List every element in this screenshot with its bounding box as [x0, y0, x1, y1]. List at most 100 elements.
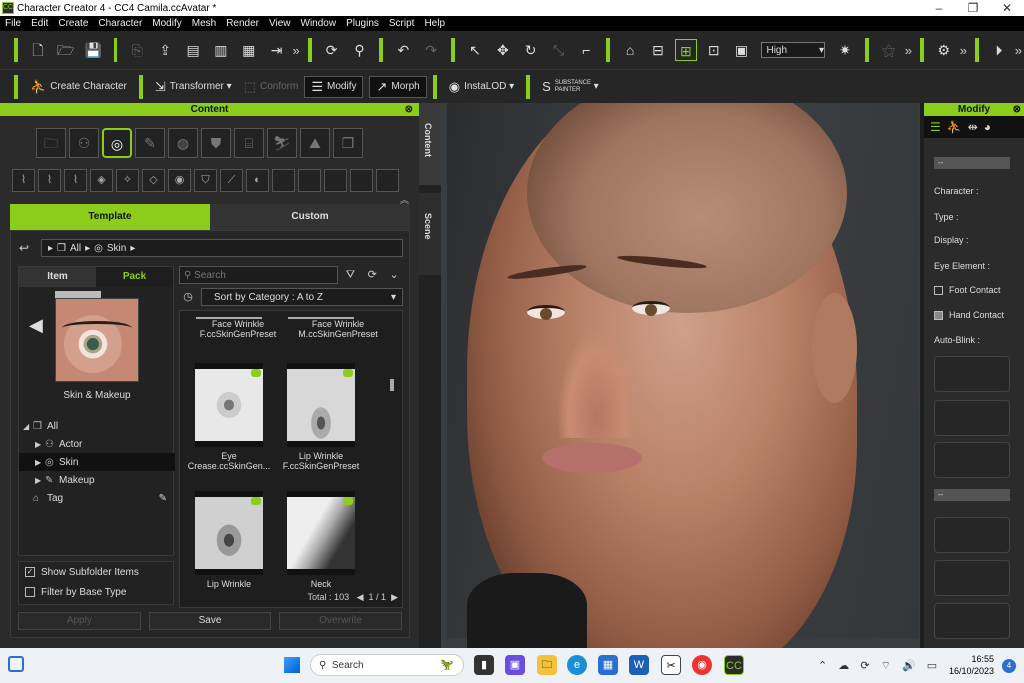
close-icon[interactable]: ⊗ [405, 103, 413, 116]
teams-icon[interactable]: ▣ [505, 655, 525, 675]
previous-page-icon[interactable]: ◀ [352, 592, 366, 602]
menu-window[interactable]: Window [296, 18, 342, 29]
breadcrumb-skin[interactable]: Skin [107, 243, 126, 254]
menu-edit[interactable]: Edit [26, 18, 53, 29]
substance-painter-button[interactable]: S SUBSTANCE PAINTER ▾ [536, 76, 604, 98]
tab-custom[interactable]: Custom [210, 204, 410, 230]
diamond-sub-icon[interactable]: ◈ [90, 169, 113, 192]
apply-button[interactable]: Apply [18, 612, 141, 630]
transformer-button[interactable]: ⇲ Transformer ▾ [149, 76, 238, 98]
tree-item-tag[interactable]: ⌂ Tag ✎ [19, 489, 175, 507]
expand-arrow-icon[interactable]: ▶ [35, 476, 45, 485]
edge-icon[interactable]: e [567, 655, 587, 675]
save-icon[interactable]: 💾 [83, 39, 105, 61]
widgets-icon[interactable] [8, 656, 24, 672]
chrome-icon[interactable]: ◉ [692, 655, 712, 675]
morph-sub-icon[interactable]: ⌇ [12, 169, 35, 192]
tab-template[interactable]: Template [10, 204, 210, 230]
menu-create[interactable]: Create [53, 18, 93, 29]
redo-icon[interactable]: ↷ [420, 39, 442, 61]
motion-category-icon[interactable]: ⛷ [267, 128, 297, 158]
brush-sub-icon[interactable]: ⟋ [220, 169, 243, 192]
morph-button[interactable]: ↗ Morph [369, 75, 427, 98]
tree-item-skin[interactable]: ▶ ◎ Skin [19, 453, 175, 471]
import-icon[interactable]: ⎘ [126, 39, 148, 61]
side-tab-scene[interactable]: Scene [419, 193, 441, 275]
home-icon[interactable]: ⌂ [619, 39, 641, 61]
scale-icon[interactable]: ⤡ [548, 39, 570, 61]
3d-viewport[interactable] [441, 103, 920, 648]
edit-icon[interactable]: ✎ [159, 493, 167, 504]
scrollbar-thumb[interactable] [390, 379, 394, 391]
play-icon[interactable]: ⏵ [988, 39, 1010, 61]
property-box[interactable] [934, 356, 1010, 392]
dinosaur-app-icon[interactable]: 🦖 [437, 655, 457, 675]
focus-icon[interactable]: ⊡ [703, 39, 725, 61]
fit-view-icon[interactable]: ⊞ [674, 39, 697, 61]
filter-icon[interactable]: ⛛ [342, 266, 360, 284]
actor-category-icon[interactable]: ⚇ [69, 128, 99, 158]
new-file-icon[interactable]: 🗋 [27, 39, 49, 61]
word-icon[interactable]: W [629, 655, 649, 675]
obj-export-icon[interactable]: ▤ [182, 39, 204, 61]
breadcrumb-all[interactable]: All [70, 243, 81, 254]
globe-sub-icon[interactable]: ◐ [246, 169, 269, 192]
checkbox-icon[interactable] [934, 285, 943, 295]
accessory-category-icon[interactable]: ⌸ [234, 128, 264, 158]
tree-item-all[interactable]: ◢ ❐ All [19, 417, 175, 435]
snipping-icon[interactable]: ✂ [661, 655, 681, 675]
grid-item-caption[interactable]: Face Wrinkle M.ccSkinGenPreset [288, 319, 388, 339]
overwrite-button[interactable]: Overwrite [279, 612, 403, 630]
undo-icon[interactable]: ↶ [392, 39, 414, 61]
quality-select[interactable]: High ▾ [761, 42, 826, 58]
refresh-icon[interactable]: ⟳ [363, 266, 381, 284]
send-icon[interactable]: ⇥ [266, 39, 288, 61]
property-box[interactable] [934, 560, 1010, 596]
cloth-category-icon[interactable]: ⛊ [201, 128, 231, 158]
material-tab-icon[interactable]: ◕ [984, 120, 991, 134]
select-icon[interactable]: ↖ [464, 39, 486, 61]
checkbox-icon[interactable] [25, 587, 35, 597]
tab-pack[interactable]: Pack [96, 267, 173, 287]
more-icon[interactable]: » [1015, 43, 1022, 58]
usd-export-icon[interactable]: ▦ [238, 39, 260, 61]
tree-item-makeup[interactable]: ▶ ✎ Makeup [19, 471, 175, 489]
body-sub-icon[interactable]: ⌇ [38, 169, 61, 192]
section-header[interactable]: -- [934, 489, 1010, 501]
scene-category-icon[interactable]: ⛰ [300, 128, 330, 158]
download-cloud-icon[interactable] [251, 369, 261, 377]
grid-item-eye-crease[interactable] [195, 363, 263, 447]
grid-item-caption[interactable]: Face Wrinkle F.ccSkinGenPreset [188, 319, 288, 339]
hand-contact-option[interactable]: Hand Contact [934, 310, 1004, 320]
sparkle-sub-icon[interactable]: ✧ [116, 169, 139, 192]
store-icon[interactable]: ▦ [598, 655, 618, 675]
search-input[interactable]: ⚲ Search [179, 266, 338, 284]
grid-item-lip-wrinkle-f[interactable] [287, 363, 355, 447]
tab-item[interactable]: Item [19, 267, 96, 287]
task-view-icon[interactable]: ▮ [474, 655, 494, 675]
filter-base-option[interactable]: Filter by Base Type [19, 582, 173, 602]
wand-icon[interactable]: ⚝ [878, 39, 900, 61]
menu-render[interactable]: Render [221, 18, 264, 29]
character-settings-icon[interactable]: ⚙ [933, 39, 955, 61]
pivot-icon[interactable]: ⌐ [575, 39, 597, 61]
create-character-button[interactable]: ⛹ Create Character [24, 76, 133, 98]
menu-plugins[interactable]: Plugins [341, 18, 384, 29]
morph-tab-icon[interactable]: ⇹ [968, 120, 978, 134]
next-page-icon[interactable]: ▶ [389, 592, 398, 602]
dropdown-circle-icon[interactable]: ⌄ [385, 266, 403, 284]
eye-sub-icon[interactable]: ◉ [168, 169, 191, 192]
show-subfolder-option[interactable]: ✓ Show Subfolder Items [19, 562, 173, 582]
download-cloud-icon[interactable] [343, 369, 353, 377]
previous-arrow-icon[interactable]: ◀ [29, 315, 43, 336]
folder-category-icon[interactable]: 🗀 [36, 128, 66, 158]
conform-button[interactable]: ⬚ Conform [238, 76, 305, 98]
camera-icon[interactable]: ⊟ [647, 39, 669, 61]
property-box[interactable] [934, 442, 1010, 478]
light-icon[interactable]: ✷ [834, 39, 856, 61]
motion-tab-icon[interactable]: ⛹ [947, 120, 962, 134]
menu-modify[interactable]: Modify [147, 18, 186, 29]
export-icon[interactable]: ⇪ [154, 39, 176, 61]
history-icon[interactable]: ◷ [179, 288, 197, 306]
maximize-button[interactable]: ❐ [956, 1, 990, 15]
